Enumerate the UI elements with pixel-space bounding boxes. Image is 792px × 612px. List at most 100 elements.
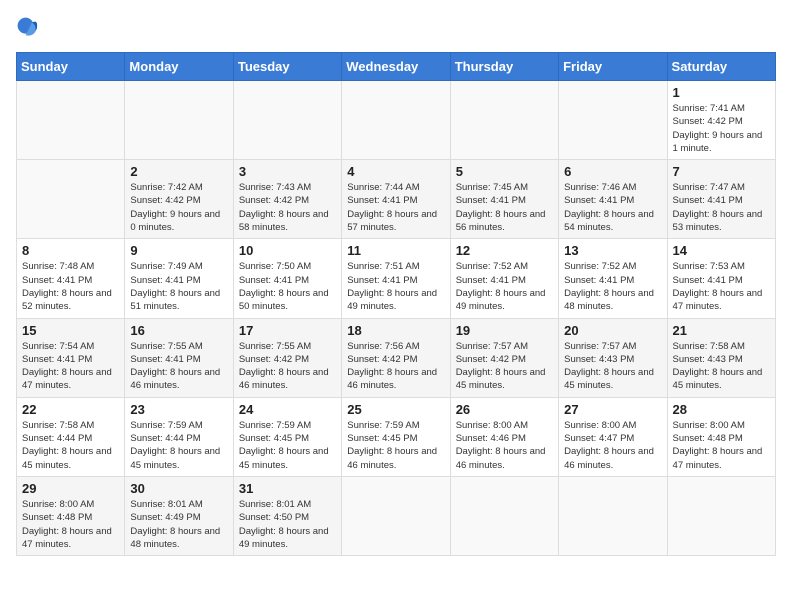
day-info: Sunrise: 7:41 AMSunset: 4:42 PMDaylight:… <box>673 102 770 155</box>
calendar-cell: 10 Sunrise: 7:50 AMSunset: 4:41 PMDaylig… <box>233 239 341 318</box>
day-info: Sunrise: 7:51 AMSunset: 4:41 PMDaylight:… <box>347 260 444 313</box>
calendar-cell <box>125 81 233 160</box>
day-info: Sunrise: 7:53 AMSunset: 4:41 PMDaylight:… <box>673 260 770 313</box>
calendar-cell: 5 Sunrise: 7:45 AMSunset: 4:41 PMDayligh… <box>450 160 558 239</box>
calendar-cell: 3 Sunrise: 7:43 AMSunset: 4:42 PMDayligh… <box>233 160 341 239</box>
day-number: 31 <box>239 481 336 496</box>
calendar-cell: 27 Sunrise: 8:00 AMSunset: 4:47 PMDaylig… <box>559 397 667 476</box>
day-number: 21 <box>673 323 770 338</box>
day-number: 7 <box>673 164 770 179</box>
calendar-cell: 14 Sunrise: 7:53 AMSunset: 4:41 PMDaylig… <box>667 239 775 318</box>
calendar-cell: 6 Sunrise: 7:46 AMSunset: 4:41 PMDayligh… <box>559 160 667 239</box>
day-info: Sunrise: 7:58 AMSunset: 4:44 PMDaylight:… <box>22 419 119 472</box>
calendar-cell: 8 Sunrise: 7:48 AMSunset: 4:41 PMDayligh… <box>17 239 125 318</box>
day-number: 22 <box>22 402 119 417</box>
day-info: Sunrise: 7:58 AMSunset: 4:43 PMDaylight:… <box>673 340 770 393</box>
day-info: Sunrise: 7:50 AMSunset: 4:41 PMDaylight:… <box>239 260 336 313</box>
logo <box>16 16 44 40</box>
day-info: Sunrise: 7:48 AMSunset: 4:41 PMDaylight:… <box>22 260 119 313</box>
calendar-cell: 23 Sunrise: 7:59 AMSunset: 4:44 PMDaylig… <box>125 397 233 476</box>
calendar-cell: 12 Sunrise: 7:52 AMSunset: 4:41 PMDaylig… <box>450 239 558 318</box>
day-number: 29 <box>22 481 119 496</box>
calendar-cell: 17 Sunrise: 7:55 AMSunset: 4:42 PMDaylig… <box>233 318 341 397</box>
day-number: 9 <box>130 243 227 258</box>
weekday-header-row: SundayMondayTuesdayWednesdayThursdayFrid… <box>17 53 776 81</box>
calendar-cell: 26 Sunrise: 8:00 AMSunset: 4:46 PMDaylig… <box>450 397 558 476</box>
day-info: Sunrise: 7:59 AMSunset: 4:45 PMDaylight:… <box>239 419 336 472</box>
day-number: 10 <box>239 243 336 258</box>
day-info: Sunrise: 7:44 AMSunset: 4:41 PMDaylight:… <box>347 181 444 234</box>
calendar-cell: 13 Sunrise: 7:52 AMSunset: 4:41 PMDaylig… <box>559 239 667 318</box>
day-info: Sunrise: 7:52 AMSunset: 4:41 PMDaylight:… <box>564 260 661 313</box>
calendar-cell: 1 Sunrise: 7:41 AMSunset: 4:42 PMDayligh… <box>667 81 775 160</box>
day-number: 27 <box>564 402 661 417</box>
day-info: Sunrise: 7:47 AMSunset: 4:41 PMDaylight:… <box>673 181 770 234</box>
day-number: 13 <box>564 243 661 258</box>
calendar-cell: 15 Sunrise: 7:54 AMSunset: 4:41 PMDaylig… <box>17 318 125 397</box>
calendar-table: SundayMondayTuesdayWednesdayThursdayFrid… <box>16 52 776 556</box>
logo-icon <box>16 16 40 40</box>
calendar-cell: 11 Sunrise: 7:51 AMSunset: 4:41 PMDaylig… <box>342 239 450 318</box>
calendar-cell: 22 Sunrise: 7:58 AMSunset: 4:44 PMDaylig… <box>17 397 125 476</box>
calendar-cell <box>559 81 667 160</box>
day-info: Sunrise: 8:00 AMSunset: 4:48 PMDaylight:… <box>673 419 770 472</box>
calendar-row: 8 Sunrise: 7:48 AMSunset: 4:41 PMDayligh… <box>17 239 776 318</box>
weekday-header-cell: Friday <box>559 53 667 81</box>
day-number: 18 <box>347 323 444 338</box>
day-number: 6 <box>564 164 661 179</box>
day-info: Sunrise: 8:00 AMSunset: 4:48 PMDaylight:… <box>22 498 119 551</box>
day-info: Sunrise: 7:52 AMSunset: 4:41 PMDaylight:… <box>456 260 553 313</box>
weekday-header-cell: Saturday <box>667 53 775 81</box>
day-number: 4 <box>347 164 444 179</box>
calendar-row: 15 Sunrise: 7:54 AMSunset: 4:41 PMDaylig… <box>17 318 776 397</box>
day-number: 5 <box>456 164 553 179</box>
calendar-cell: 20 Sunrise: 7:57 AMSunset: 4:43 PMDaylig… <box>559 318 667 397</box>
day-number: 17 <box>239 323 336 338</box>
day-number: 8 <box>22 243 119 258</box>
calendar-cell: 24 Sunrise: 7:59 AMSunset: 4:45 PMDaylig… <box>233 397 341 476</box>
day-info: Sunrise: 8:01 AMSunset: 4:49 PMDaylight:… <box>130 498 227 551</box>
day-info: Sunrise: 7:45 AMSunset: 4:41 PMDaylight:… <box>456 181 553 234</box>
day-number: 14 <box>673 243 770 258</box>
calendar-cell <box>667 476 775 555</box>
day-number: 24 <box>239 402 336 417</box>
calendar-cell <box>233 81 341 160</box>
weekday-header-cell: Thursday <box>450 53 558 81</box>
calendar-cell: 29 Sunrise: 8:00 AMSunset: 4:48 PMDaylig… <box>17 476 125 555</box>
day-info: Sunrise: 8:00 AMSunset: 4:46 PMDaylight:… <box>456 419 553 472</box>
day-info: Sunrise: 7:54 AMSunset: 4:41 PMDaylight:… <box>22 340 119 393</box>
day-info: Sunrise: 7:57 AMSunset: 4:42 PMDaylight:… <box>456 340 553 393</box>
calendar-cell <box>17 81 125 160</box>
calendar-cell: 2 Sunrise: 7:42 AMSunset: 4:42 PMDayligh… <box>125 160 233 239</box>
day-info: Sunrise: 7:55 AMSunset: 4:41 PMDaylight:… <box>130 340 227 393</box>
day-number: 2 <box>130 164 227 179</box>
day-number: 1 <box>673 85 770 100</box>
header <box>16 16 776 40</box>
day-info: Sunrise: 8:01 AMSunset: 4:50 PMDaylight:… <box>239 498 336 551</box>
calendar-cell: 18 Sunrise: 7:56 AMSunset: 4:42 PMDaylig… <box>342 318 450 397</box>
day-info: Sunrise: 8:00 AMSunset: 4:47 PMDaylight:… <box>564 419 661 472</box>
calendar-cell <box>342 476 450 555</box>
calendar-cell: 30 Sunrise: 8:01 AMSunset: 4:49 PMDaylig… <box>125 476 233 555</box>
calendar-cell <box>559 476 667 555</box>
day-info: Sunrise: 7:56 AMSunset: 4:42 PMDaylight:… <box>347 340 444 393</box>
calendar-cell <box>342 81 450 160</box>
calendar-row: 22 Sunrise: 7:58 AMSunset: 4:44 PMDaylig… <box>17 397 776 476</box>
weekday-header-cell: Wednesday <box>342 53 450 81</box>
day-info: Sunrise: 7:49 AMSunset: 4:41 PMDaylight:… <box>130 260 227 313</box>
day-info: Sunrise: 7:59 AMSunset: 4:44 PMDaylight:… <box>130 419 227 472</box>
calendar-cell <box>450 476 558 555</box>
day-number: 28 <box>673 402 770 417</box>
day-number: 12 <box>456 243 553 258</box>
calendar-cell: 4 Sunrise: 7:44 AMSunset: 4:41 PMDayligh… <box>342 160 450 239</box>
calendar-row: 1 Sunrise: 7:41 AMSunset: 4:42 PMDayligh… <box>17 81 776 160</box>
calendar-cell: 9 Sunrise: 7:49 AMSunset: 4:41 PMDayligh… <box>125 239 233 318</box>
calendar-body: 1 Sunrise: 7:41 AMSunset: 4:42 PMDayligh… <box>17 81 776 556</box>
calendar-cell: 16 Sunrise: 7:55 AMSunset: 4:41 PMDaylig… <box>125 318 233 397</box>
day-number: 25 <box>347 402 444 417</box>
weekday-header-cell: Tuesday <box>233 53 341 81</box>
weekday-header-cell: Monday <box>125 53 233 81</box>
day-number: 23 <box>130 402 227 417</box>
day-info: Sunrise: 7:57 AMSunset: 4:43 PMDaylight:… <box>564 340 661 393</box>
day-number: 19 <box>456 323 553 338</box>
